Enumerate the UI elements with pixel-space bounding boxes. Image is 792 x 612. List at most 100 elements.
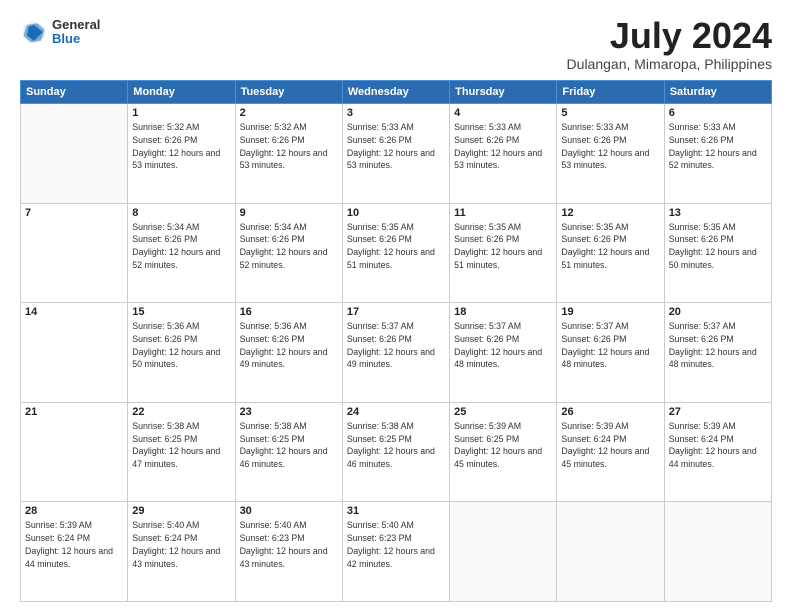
day-number: 24 bbox=[347, 406, 445, 418]
day-number: 16 bbox=[240, 306, 338, 318]
table-row: 18 Sunrise: 5:37 AM Sunset: 6:26 PM Dayli… bbox=[450, 303, 557, 403]
table-row: 10 Sunrise: 5:35 AM Sunset: 6:26 PM Dayli… bbox=[342, 203, 449, 303]
table-row bbox=[664, 502, 771, 602]
day-info: Sunrise: 5:34 AM Sunset: 6:26 PM Dayligh… bbox=[132, 221, 230, 272]
table-row: 2Sunrise: 5:32 AM Sunset: 6:26 PM Daylig… bbox=[235, 104, 342, 204]
day-number: 28 bbox=[25, 505, 123, 517]
day-number: 29 bbox=[132, 505, 230, 517]
day-info: Sunrise: 5:35 AM Sunset: 6:26 PM Dayligh… bbox=[347, 221, 445, 272]
logo-text: General Blue bbox=[52, 18, 100, 47]
day-number: 18 bbox=[454, 306, 552, 318]
day-info: Sunrise: 5:39 AM Sunset: 6:24 PM Dayligh… bbox=[25, 519, 123, 570]
table-row bbox=[557, 502, 664, 602]
table-row: 20Sunrise: 5:37 AM Sunset: 6:26 PM Dayli… bbox=[664, 303, 771, 403]
table-row: 4Sunrise: 5:33 AM Sunset: 6:26 PM Daylig… bbox=[450, 104, 557, 204]
col-saturday: Saturday bbox=[664, 81, 771, 104]
title-location: Dulangan, Mimaropa, Philippines bbox=[567, 56, 772, 72]
day-number: 9 bbox=[240, 207, 338, 219]
table-row: 6Sunrise: 5:33 AM Sunset: 6:26 PM Daylig… bbox=[664, 104, 771, 204]
col-monday: Monday bbox=[128, 81, 235, 104]
day-number: 5 bbox=[561, 107, 659, 119]
table-row: 21 bbox=[21, 402, 128, 502]
day-info: Sunrise: 5:33 AM Sunset: 6:26 PM Dayligh… bbox=[561, 121, 659, 172]
calendar-header-row: Sunday Monday Tuesday Wednesday Thursday… bbox=[21, 81, 772, 104]
day-info: Sunrise: 5:40 AM Sunset: 6:24 PM Dayligh… bbox=[132, 519, 230, 570]
col-thursday: Thursday bbox=[450, 81, 557, 104]
day-info: Sunrise: 5:36 AM Sunset: 6:26 PM Dayligh… bbox=[132, 320, 230, 371]
table-row: 26Sunrise: 5:39 AM Sunset: 6:24 PM Dayli… bbox=[557, 402, 664, 502]
table-row: 3 Sunrise: 5:33 AM Sunset: 6:26 PM Daylig… bbox=[342, 104, 449, 204]
calendar-week-row: 1 Sunrise: 5:32 AM Sunset: 6:26 PM Daylig… bbox=[21, 104, 772, 204]
day-info: Sunrise: 5:32 AM Sunset: 6:26 PM Dayligh… bbox=[240, 121, 338, 172]
table-row: 19Sunrise: 5:37 AM Sunset: 6:26 PM Dayli… bbox=[557, 303, 664, 403]
logo-icon bbox=[20, 18, 48, 46]
col-sunday: Sunday bbox=[21, 81, 128, 104]
table-row: 9Sunrise: 5:34 AM Sunset: 6:26 PM Daylig… bbox=[235, 203, 342, 303]
day-info: Sunrise: 5:37 AM Sunset: 6:26 PM Dayligh… bbox=[669, 320, 767, 371]
calendar-week-row: 2122Sunrise: 5:38 AM Sunset: 6:25 PM Day… bbox=[21, 402, 772, 502]
day-info: Sunrise: 5:39 AM Sunset: 6:25 PM Dayligh… bbox=[454, 420, 552, 471]
day-number: 11 bbox=[454, 207, 552, 219]
day-number: 21 bbox=[25, 406, 123, 418]
day-info: Sunrise: 5:35 AM Sunset: 6:26 PM Dayligh… bbox=[561, 221, 659, 272]
calendar-week-row: 78Sunrise: 5:34 AM Sunset: 6:26 PM Dayli… bbox=[21, 203, 772, 303]
table-row: 30 Sunrise: 5:40 AM Sunset: 6:23 PM Dayli… bbox=[235, 502, 342, 602]
day-number: 13 bbox=[669, 207, 767, 219]
table-row: 16 Sunrise: 5:36 AM Sunset: 6:26 PM Dayli… bbox=[235, 303, 342, 403]
day-number: 10 bbox=[347, 207, 445, 219]
table-row: 12 Sunrise: 5:35 AM Sunset: 6:26 PM Dayli… bbox=[557, 203, 664, 303]
col-wednesday: Wednesday bbox=[342, 81, 449, 104]
logo-general-text: General bbox=[52, 18, 100, 32]
day-number: 23 bbox=[240, 406, 338, 418]
day-number: 4 bbox=[454, 107, 552, 119]
day-info: Sunrise: 5:35 AM Sunset: 6:26 PM Dayligh… bbox=[669, 221, 767, 272]
col-friday: Friday bbox=[557, 81, 664, 104]
table-row bbox=[21, 104, 128, 204]
table-row: 7 bbox=[21, 203, 128, 303]
day-number: 17 bbox=[347, 306, 445, 318]
day-number: 14 bbox=[25, 306, 123, 318]
logo: General Blue bbox=[20, 18, 100, 47]
day-number: 30 bbox=[240, 505, 338, 517]
day-info: Sunrise: 5:37 AM Sunset: 6:26 PM Dayligh… bbox=[454, 320, 552, 371]
day-info: Sunrise: 5:38 AM Sunset: 6:25 PM Dayligh… bbox=[240, 420, 338, 471]
day-info: Sunrise: 5:36 AM Sunset: 6:26 PM Dayligh… bbox=[240, 320, 338, 371]
page: General Blue July 2024 Dulangan, Mimarop… bbox=[0, 0, 792, 612]
day-info: Sunrise: 5:37 AM Sunset: 6:26 PM Dayligh… bbox=[347, 320, 445, 371]
calendar-table: Sunday Monday Tuesday Wednesday Thursday… bbox=[20, 80, 772, 602]
day-info: Sunrise: 5:40 AM Sunset: 6:23 PM Dayligh… bbox=[347, 519, 445, 570]
day-number: 7 bbox=[25, 207, 123, 219]
table-row: 31 Sunrise: 5:40 AM Sunset: 6:23 PM Dayli… bbox=[342, 502, 449, 602]
day-info: Sunrise: 5:33 AM Sunset: 6:26 PM Dayligh… bbox=[347, 121, 445, 172]
day-info: Sunrise: 5:39 AM Sunset: 6:24 PM Dayligh… bbox=[669, 420, 767, 471]
table-row: 28 Sunrise: 5:39 AM Sunset: 6:24 PM Dayli… bbox=[21, 502, 128, 602]
table-row: 17 Sunrise: 5:37 AM Sunset: 6:26 PM Dayli… bbox=[342, 303, 449, 403]
day-info: Sunrise: 5:40 AM Sunset: 6:23 PM Dayligh… bbox=[240, 519, 338, 570]
day-number: 1 bbox=[132, 107, 230, 119]
table-row: 23 Sunrise: 5:38 AM Sunset: 6:25 PM Dayli… bbox=[235, 402, 342, 502]
calendar-week-row: 14 15 Sunrise: 5:36 AM Sunset: 6:26 PM Day… bbox=[21, 303, 772, 403]
day-info: Sunrise: 5:37 AM Sunset: 6:26 PM Dayligh… bbox=[561, 320, 659, 371]
header: General Blue July 2024 Dulangan, Mimarop… bbox=[20, 18, 772, 72]
day-info: Sunrise: 5:32 AM Sunset: 6:26 PM Dayligh… bbox=[132, 121, 230, 172]
day-info: Sunrise: 5:38 AM Sunset: 6:25 PM Dayligh… bbox=[347, 420, 445, 471]
day-info: Sunrise: 5:33 AM Sunset: 6:26 PM Dayligh… bbox=[669, 121, 767, 172]
day-info: Sunrise: 5:35 AM Sunset: 6:26 PM Dayligh… bbox=[454, 221, 552, 272]
day-number: 31 bbox=[347, 505, 445, 517]
col-tuesday: Tuesday bbox=[235, 81, 342, 104]
table-row: 11 Sunrise: 5:35 AM Sunset: 6:26 PM Dayli… bbox=[450, 203, 557, 303]
logo-blue-text: Blue bbox=[52, 32, 100, 46]
day-number: 12 bbox=[561, 207, 659, 219]
table-row: 13 Sunrise: 5:35 AM Sunset: 6:26 PM Dayli… bbox=[664, 203, 771, 303]
day-number: 27 bbox=[669, 406, 767, 418]
table-row bbox=[450, 502, 557, 602]
day-number: 3 bbox=[347, 107, 445, 119]
table-row: 25Sunrise: 5:39 AM Sunset: 6:25 PM Dayli… bbox=[450, 402, 557, 502]
title-block: July 2024 Dulangan, Mimaropa, Philippine… bbox=[567, 18, 772, 72]
title-month: July 2024 bbox=[567, 18, 772, 54]
table-row: 24 Sunrise: 5:38 AM Sunset: 6:25 PM Dayli… bbox=[342, 402, 449, 502]
calendar-week-row: 28 Sunrise: 5:39 AM Sunset: 6:24 PM Dayli… bbox=[21, 502, 772, 602]
day-number: 15 bbox=[132, 306, 230, 318]
table-row: 5 Sunrise: 5:33 AM Sunset: 6:26 PM Daylig… bbox=[557, 104, 664, 204]
table-row: 29 Sunrise: 5:40 AM Sunset: 6:24 PM Dayli… bbox=[128, 502, 235, 602]
